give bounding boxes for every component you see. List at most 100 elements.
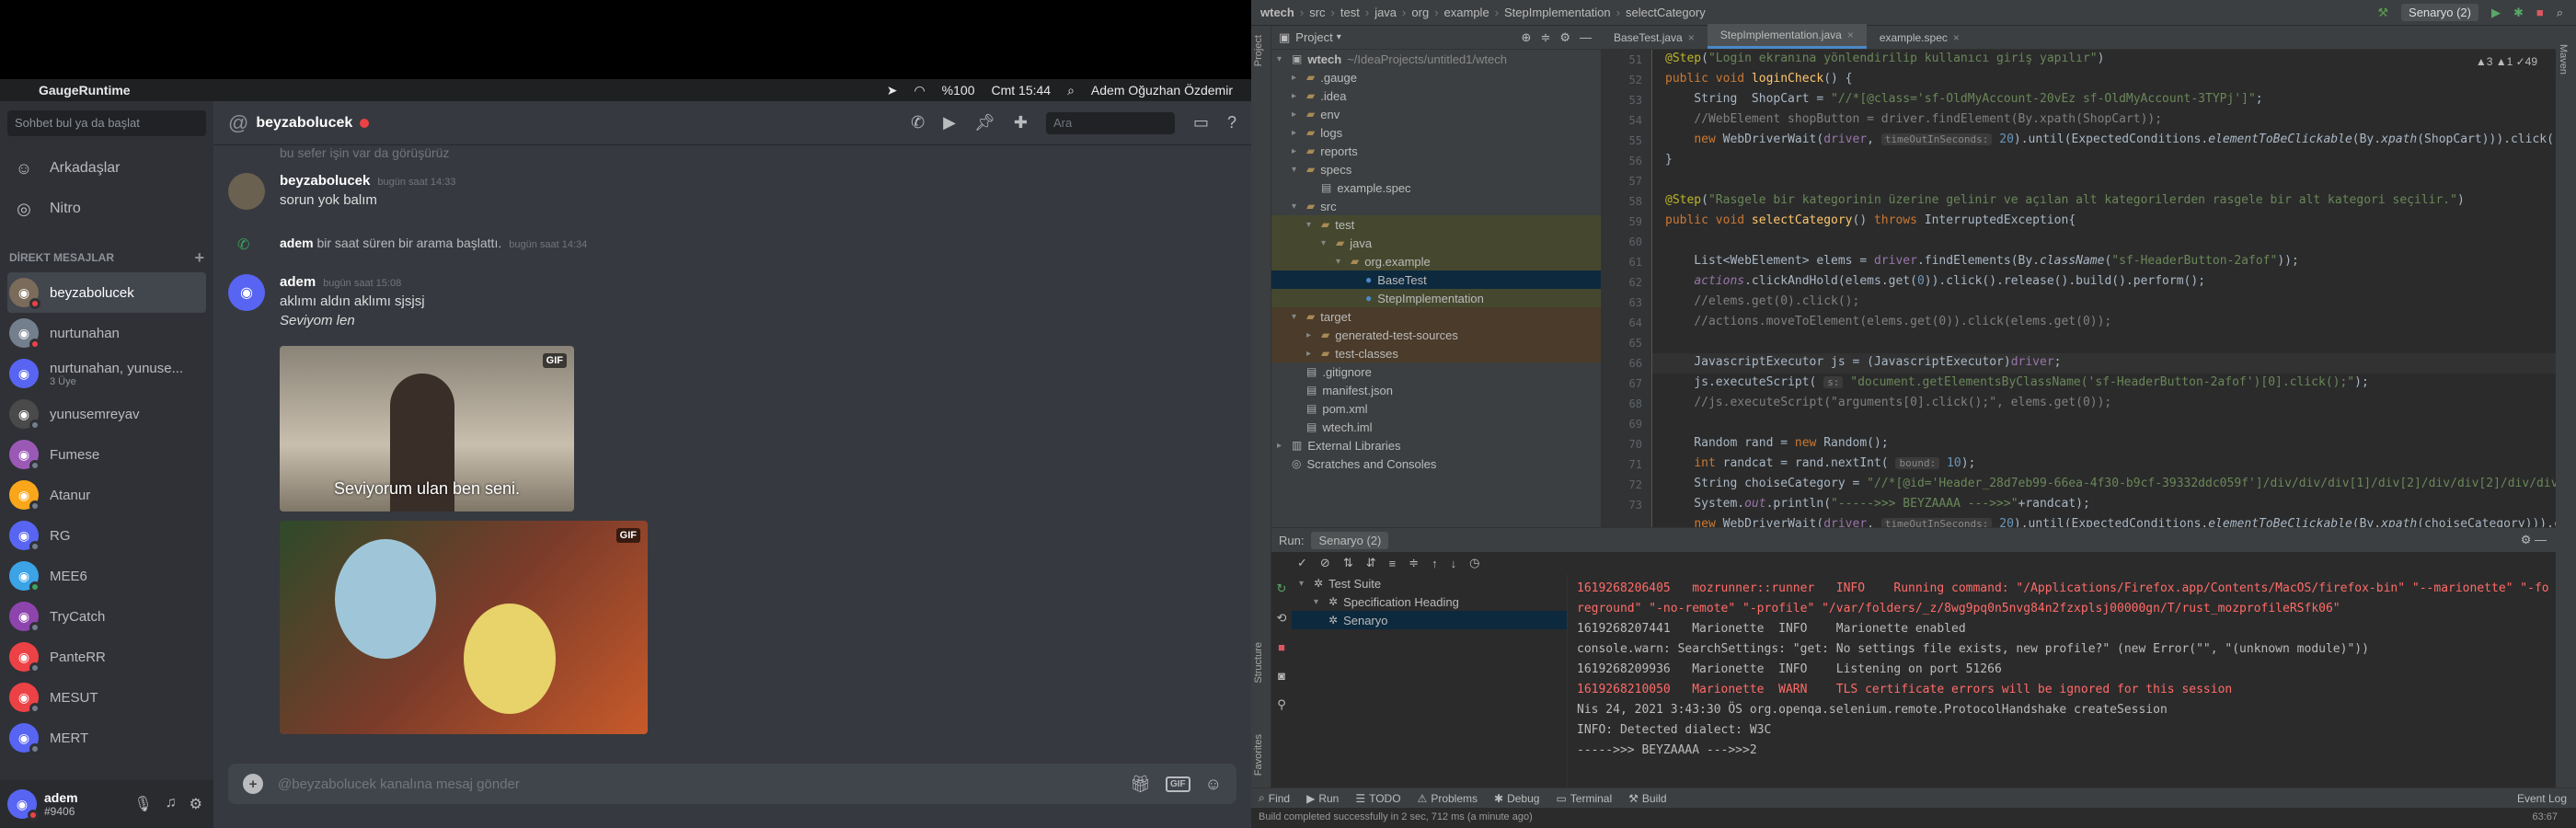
breadcrumb-item[interactable]: wtech bbox=[1260, 6, 1294, 19]
message-author[interactable]: adem bbox=[280, 274, 316, 290]
voice-call-icon[interactable]: ✆ bbox=[911, 113, 925, 132]
gif-image[interactable]: GIF bbox=[280, 521, 648, 734]
chevron-down-icon[interactable]: ▾ bbox=[1292, 165, 1303, 175]
tree-node[interactable]: ▤ .gitignore bbox=[1271, 362, 1601, 381]
tree-node[interactable]: ▸ ▰ .gauge bbox=[1271, 68, 1601, 86]
event-log-button[interactable]: Event Log bbox=[2517, 792, 2576, 805]
rerun-failed-icon[interactable]: ⟲ bbox=[1277, 611, 1287, 626]
breadcrumb-item[interactable]: test bbox=[1340, 6, 1360, 19]
emoji-icon[interactable]: ☺ bbox=[1205, 775, 1222, 794]
dm-item[interactable]: ◉ Atanur bbox=[7, 475, 206, 515]
nav-nitro[interactable]: ◎ Nitro bbox=[7, 190, 206, 228]
mic-icon[interactable]: 🎙︎ bbox=[133, 795, 152, 813]
tree-node[interactable]: ▸ ▰ logs bbox=[1271, 123, 1601, 142]
tree-node[interactable]: ● StepImplementation bbox=[1271, 289, 1601, 307]
add-friend-icon[interactable]: ✚ bbox=[1014, 113, 1028, 132]
tree-node[interactable]: ▸ ▥ External Libraries bbox=[1271, 436, 1601, 454]
breadcrumb-item[interactable]: java bbox=[1374, 6, 1397, 19]
clock[interactable]: Cmt 15:44 bbox=[991, 83, 1051, 98]
add-dm-icon[interactable]: + bbox=[194, 248, 204, 268]
dm-item[interactable]: ◉ MERT bbox=[7, 718, 206, 758]
tree-node[interactable]: ▾ ▰ specs bbox=[1271, 160, 1601, 178]
chevron-right-icon[interactable]: ▸ bbox=[1277, 441, 1288, 451]
camera-icon[interactable]: ◙ bbox=[1278, 669, 1285, 683]
dm-item[interactable]: ◉ RG bbox=[7, 515, 206, 556]
chevron-right-icon[interactable]: ▸ bbox=[1292, 146, 1303, 156]
debug-icon[interactable]: ✱ bbox=[2513, 6, 2524, 20]
breadcrumb-item[interactable]: example bbox=[1444, 6, 1489, 19]
dm-item[interactable]: ◉ TryCatch bbox=[7, 596, 206, 637]
favorites-tool-tab[interactable]: Favorites bbox=[1253, 734, 1264, 776]
tree-node[interactable]: ▤ manifest.json bbox=[1271, 381, 1601, 399]
tree-node[interactable]: ▤ example.spec bbox=[1271, 178, 1601, 197]
message-author[interactable]: beyzabolucek bbox=[280, 173, 370, 189]
tree-node[interactable]: ▾ ▰ target bbox=[1271, 307, 1601, 326]
tree-node[interactable]: ◎ Scratches and Consoles bbox=[1271, 454, 1601, 473]
chevron-down-icon[interactable]: ▾ bbox=[1306, 220, 1317, 230]
tab-basetest[interactable]: BaseTest.java × bbox=[1601, 27, 1708, 49]
dm-search-input[interactable]: Sohbet bul ya da başlat bbox=[7, 110, 206, 136]
chevron-right-icon[interactable]: ▸ bbox=[1292, 128, 1303, 138]
tree-node[interactable]: ▾ ▰ src bbox=[1271, 197, 1601, 215]
down-icon[interactable]: ↓ bbox=[1451, 557, 1457, 570]
avatar[interactable] bbox=[228, 173, 265, 210]
breadcrumb-item[interactable]: StepImplementation bbox=[1504, 6, 1611, 19]
dm-item[interactable]: ◉ Fumese bbox=[7, 434, 206, 475]
gear-icon[interactable]: ⚙ bbox=[1559, 30, 1570, 45]
avatar[interactable]: ◉ bbox=[9, 399, 40, 431]
tree-node[interactable]: ▸ ▰ test-classes bbox=[1271, 344, 1601, 362]
tree-node[interactable]: ▸ ▰ env bbox=[1271, 105, 1601, 123]
help-icon[interactable]: ? bbox=[1227, 113, 1236, 132]
dm-item[interactable]: ◉ nurtunahan bbox=[7, 313, 206, 353]
bottom-tab[interactable]: ▶ Run bbox=[1306, 791, 1339, 805]
chevron-down-icon[interactable]: ▾ bbox=[1336, 257, 1347, 267]
tree-node[interactable]: ▾ ▰ org.example bbox=[1271, 252, 1601, 270]
message-composer[interactable]: + @beyzabolucek kanalına mesaj gönder 🎁︎… bbox=[228, 764, 1236, 804]
spec-node[interactable]: ▾ ✲ Specification Heading bbox=[1292, 592, 1567, 611]
project-title[interactable]: Project bbox=[1295, 30, 1332, 44]
avatar[interactable]: ◉ bbox=[7, 789, 39, 821]
avatar[interactable]: ◉ bbox=[9, 723, 40, 754]
gif-button[interactable]: GIF bbox=[1165, 776, 1190, 792]
inspection-widget[interactable]: ▲3 ▲1 ✓49 bbox=[2475, 55, 2537, 68]
chevron-right-icon[interactable]: ▸ bbox=[1306, 349, 1317, 359]
passed-filter-icon[interactable]: ✓ bbox=[1297, 556, 1307, 570]
battery-text[interactable]: %100 bbox=[942, 83, 975, 98]
breadcrumb-item[interactable]: selectCategory bbox=[1626, 6, 1706, 19]
avatar[interactable]: ◉ bbox=[9, 561, 40, 592]
tree-node[interactable]: ▾ ▰ test bbox=[1271, 215, 1601, 234]
run-config-select[interactable]: Senaryo (2) bbox=[2401, 4, 2478, 21]
gif-image[interactable]: GIF Seviyorum ulan ben seni. bbox=[280, 346, 574, 512]
tab-example-spec[interactable]: example.spec × bbox=[1867, 27, 1972, 49]
avatar[interactable]: ◉ bbox=[9, 480, 40, 512]
tree-node[interactable]: ▾ ▰ java bbox=[1271, 234, 1601, 252]
run-settings-icon[interactable]: ⚙ — bbox=[2521, 533, 2556, 547]
tree-node[interactable]: ▤ pom.xml bbox=[1271, 399, 1601, 418]
chevron-down-icon[interactable]: ▾ bbox=[1292, 201, 1303, 212]
tree-node[interactable]: ▾ ▣ wtech ~/IdeaProjects/untitled1/wtech bbox=[1271, 50, 1601, 68]
avatar[interactable]: ◉ bbox=[9, 642, 40, 673]
chevron-down-icon[interactable]: ▾ bbox=[1277, 54, 1288, 64]
chevron-down-icon[interactable]: ▾ bbox=[1337, 32, 1341, 42]
code-text[interactable]: @Step("Login ekranına yönlendirilip kull… bbox=[1665, 50, 2556, 527]
avatar[interactable]: ◉ bbox=[9, 521, 40, 552]
avatar[interactable]: ◉ bbox=[228, 274, 265, 311]
tree-node[interactable]: ▸ ▰ generated-test-sources bbox=[1271, 326, 1601, 344]
dm-item[interactable]: ◉ yunusemreyav bbox=[7, 394, 206, 434]
avatar[interactable]: ◉ bbox=[9, 359, 39, 388]
bottom-tab[interactable]: ✱ Debug bbox=[1494, 791, 1539, 805]
tab-stepimplementation[interactable]: StepImplementation.java × bbox=[1707, 24, 1867, 49]
message-author[interactable]: adem bbox=[280, 236, 314, 250]
up-icon[interactable]: ↑ bbox=[1432, 557, 1438, 570]
pin-tab-icon[interactable]: ⚲ bbox=[1277, 697, 1286, 712]
history-icon[interactable]: ◷ bbox=[1469, 556, 1479, 570]
location-icon[interactable]: ➤ bbox=[887, 83, 898, 98]
avatar[interactable]: ◉ bbox=[9, 318, 40, 350]
avatar[interactable]: ◉ bbox=[9, 278, 40, 309]
chevron-down-icon[interactable]: ▾ bbox=[1321, 238, 1332, 248]
tree-node[interactable]: ▤ wtech.iml bbox=[1271, 418, 1601, 436]
console-output[interactable]: 1619268206405 mozrunner::runner INFO Run… bbox=[1568, 574, 2556, 809]
breadcrumb-item[interactable]: src bbox=[1309, 6, 1325, 19]
test-suite-node[interactable]: ▾ ✲ Test Suite bbox=[1292, 574, 1567, 592]
chevron-right-icon[interactable]: ▸ bbox=[1306, 330, 1317, 340]
